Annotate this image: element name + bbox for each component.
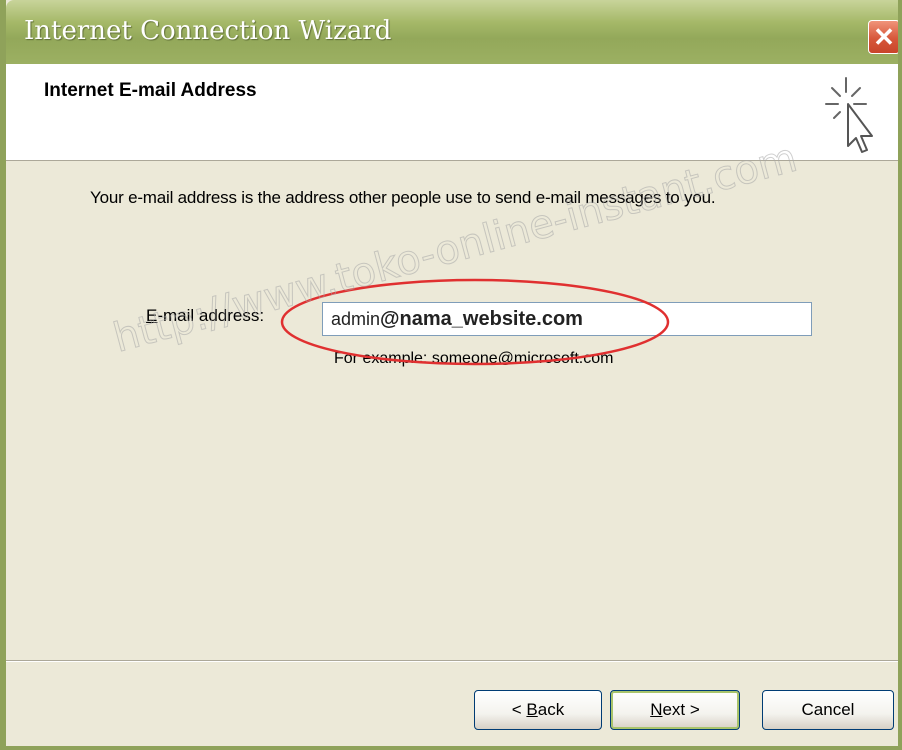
wizard-window: Internet Connection Wizard ✕ Internet E-… (0, 0, 902, 750)
close-icon: ✕ (873, 22, 895, 52)
email-value-at: @ (380, 308, 400, 330)
back-mnemonic: B (526, 700, 538, 719)
back-label: ack (537, 700, 565, 719)
wizard-cursor-sparkle-icon (825, 77, 873, 153)
email-address-input[interactable]: admin@nama_website.com (322, 302, 812, 336)
back-prefix: < (511, 700, 527, 719)
window-title: Internet Connection Wizard (24, 16, 392, 46)
close-button[interactable]: ✕ (868, 20, 898, 54)
next-button[interactable]: Next > (610, 690, 740, 730)
email-value-domain: nama_website.com (399, 308, 583, 330)
email-label-mnemonic: E (146, 306, 158, 325)
back-button[interactable]: < Back (474, 690, 602, 730)
email-value-user: admin (331, 309, 381, 329)
next-label: ext > (662, 700, 700, 719)
next-mnemonic: N (650, 700, 663, 719)
email-label-text: -mail address: (157, 306, 265, 325)
cancel-button[interactable]: Cancel (762, 690, 894, 730)
cancel-label: Cancel (801, 700, 855, 719)
email-address-label: E-mail address: (146, 306, 264, 326)
page-title: Internet E-mail Address (44, 80, 257, 101)
description-text: Your e-mail address is the address other… (90, 188, 716, 207)
example-hint: For example: someone@microsoft.com (334, 350, 614, 367)
footer-divider (6, 660, 898, 662)
title-bar[interactable]: Internet Connection Wizard ✕ (6, 0, 898, 64)
wizard-header: Internet E-mail Address (6, 64, 898, 161)
